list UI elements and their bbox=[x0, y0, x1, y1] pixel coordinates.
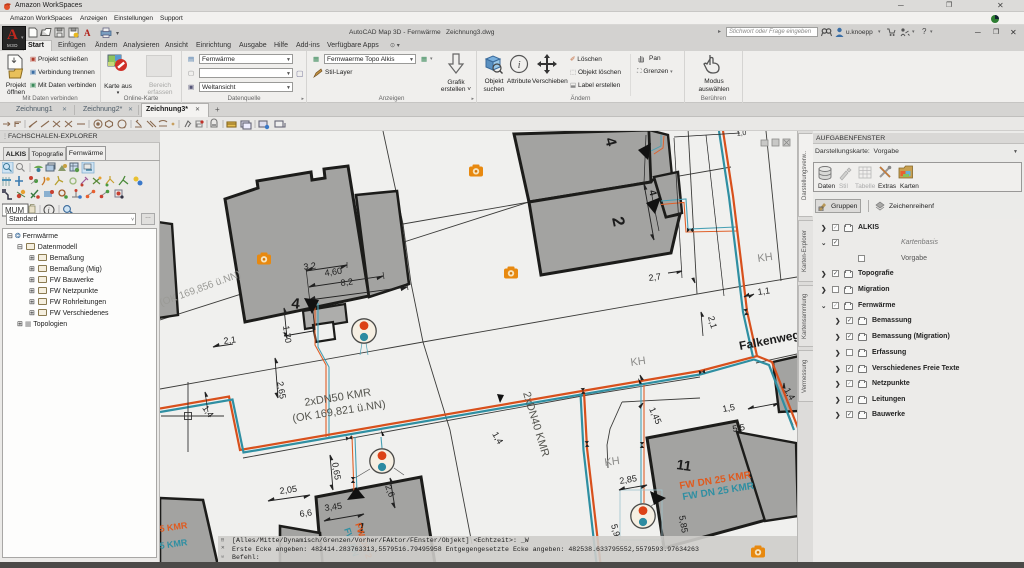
svg-text:5,5: 5,5 bbox=[732, 422, 746, 434]
svg-text:1,1: 1,1 bbox=[757, 285, 771, 297]
svg-text:KH: KH bbox=[630, 355, 647, 369]
svg-text:1,5: 1,5 bbox=[722, 402, 736, 414]
svg-text:8,2: 8,2 bbox=[340, 276, 354, 288]
svg-text:i: i bbox=[518, 59, 521, 71]
svg-text:6,6: 6,6 bbox=[299, 507, 313, 519]
svg-text:▾: ▾ bbox=[116, 31, 119, 37]
svg-text:2,7: 2,7 bbox=[648, 271, 662, 283]
svg-text:KH: KH bbox=[604, 455, 621, 469]
svg-text:2,1: 2,1 bbox=[223, 334, 237, 346]
svg-text:KH: KH bbox=[757, 251, 774, 265]
svg-text:A: A bbox=[84, 28, 91, 38]
svg-text:3,2: 3,2 bbox=[303, 260, 317, 272]
svg-text:11: 11 bbox=[676, 456, 693, 474]
